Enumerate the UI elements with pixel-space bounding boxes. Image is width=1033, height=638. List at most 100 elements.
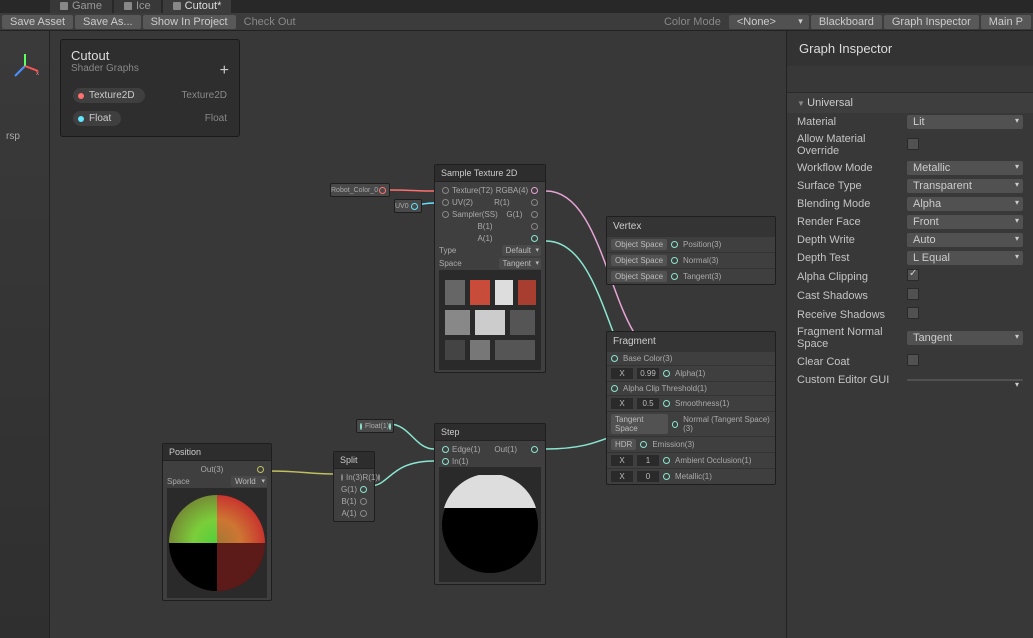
inspector-checkbox[interactable] [907,307,919,319]
tab-cutout[interactable]: Cutout* [163,0,232,13]
input-port[interactable] [442,199,449,206]
output-port[interactable] [531,223,538,230]
output-port[interactable] [360,498,367,505]
fragment-input-row: Tangent SpaceNormal (Tangent Space)(3) [607,411,775,436]
fragment-input-row: X0.99Alpha(1) [607,365,775,381]
main-preview-button[interactable]: Main P [981,15,1031,29]
graph-canvas[interactable]: Cutout Shader Graphs + Texture2DTexture2… [50,31,786,638]
node-preview [439,467,541,582]
inspector-dropdown[interactable]: Tangent [907,331,1023,345]
inspector-row: Receive Shadows [787,305,1033,324]
input-port[interactable] [672,421,679,428]
input-port[interactable] [671,257,678,264]
inspector-label: Workflow Mode [797,162,907,174]
input-port[interactable] [663,473,670,480]
inspector-label: Clear Coat [797,356,907,368]
split-node[interactable]: Split In(3)R(1) G(1) B(1) A(1) [333,451,375,522]
x-label: X [611,455,633,466]
sample-texture-2d-node[interactable]: Sample Texture 2D Texture(T2)RGBA(4) UV(… [434,164,546,373]
output-port[interactable] [531,446,538,453]
space-dropdown[interactable]: Tangent [499,258,541,269]
show-in-project-button[interactable]: Show In Project [143,15,236,29]
value-field[interactable]: 1 [637,455,659,466]
color-mode-dropdown[interactable]: <None> [729,15,809,29]
blackboard-property[interactable]: Texture2DTexture2D [67,84,233,107]
value-field[interactable]: 0.99 [637,368,659,379]
inspector-checkbox[interactable] [907,269,919,281]
input-port[interactable] [442,458,449,465]
property-node-float[interactable]: Float(1) [356,419,394,433]
port[interactable] [360,423,362,430]
property-node-robot-color[interactable]: Robot_Color_0 [330,183,390,197]
field-label: Space [167,477,190,486]
position-node[interactable]: Position Out(3) SpaceWorld [162,443,272,601]
port-label: Base Color(3) [623,354,672,363]
fragment-master-node[interactable]: Fragment Base Color(3)X0.99Alpha(1)Alpha… [606,331,776,485]
inspector-dropdown[interactable]: Transparent [907,179,1023,193]
save-asset-button[interactable]: Save Asset [2,15,73,29]
input-port[interactable] [341,474,343,481]
input-port[interactable] [663,457,670,464]
inspector-dropdown[interactable]: L Equal [907,251,1023,265]
output-port[interactable] [531,199,538,206]
field-label: Space [439,259,462,268]
blackboard-add-button[interactable]: + [220,62,229,80]
output-port[interactable] [389,423,391,430]
input-port[interactable] [663,370,670,377]
scene-view-strip: x rsp [0,31,50,638]
output-port[interactable] [360,486,367,493]
tab-ice[interactable]: Ice [114,0,161,13]
inspector-checkbox[interactable] [907,288,919,300]
output-port[interactable] [378,474,380,481]
inspector-field[interactable] [907,379,1023,381]
value-field[interactable]: 0 [637,471,659,482]
inspector-row: Fragment Normal SpaceTangent [787,324,1033,352]
output-port[interactable] [257,466,264,473]
inspector-dropdown[interactable]: Metallic [907,161,1023,175]
property-pill[interactable]: Float [73,111,121,126]
step-node[interactable]: Step Edge(1)Out(1) In(1) [434,423,546,585]
blackboard-button[interactable]: Blackboard [811,15,882,29]
output-port[interactable] [379,187,386,194]
node-header: Sample Texture 2D [435,165,545,182]
save-as-button[interactable]: Save As... [75,15,141,29]
port-label: B(1) [341,497,356,506]
input-port[interactable] [663,400,670,407]
property-pill[interactable]: Texture2D [73,88,145,103]
blackboard-property[interactable]: FloatFloat [67,107,233,130]
inspector-checkbox[interactable] [907,138,919,150]
output-port[interactable] [411,203,418,210]
type-dropdown[interactable]: Default [502,245,541,256]
orientation-gizmo[interactable]: x [10,51,40,81]
space-dropdown[interactable]: World [231,476,267,487]
input-port[interactable] [442,446,449,453]
inspector-dropdown[interactable]: Lit [907,115,1023,129]
port-label: In(1) [452,457,468,466]
vertex-master-node[interactable]: Vertex Object SpacePosition(3)Object Spa… [606,216,776,285]
input-port[interactable] [640,441,647,448]
inspector-dropdown[interactable]: Front [907,215,1023,229]
inspector-label: Allow Material Override [797,133,907,157]
port-label: Smoothness(1) [675,399,729,408]
graph-inspector-button[interactable]: Graph Inspector [884,15,979,29]
inspector-section-header[interactable]: Universal [787,93,1033,113]
tab-game[interactable]: Game [50,0,112,13]
output-port[interactable] [360,510,367,517]
input-port[interactable] [611,355,618,362]
inspector-dropdown[interactable]: Auto [907,233,1023,247]
output-port[interactable] [531,235,538,242]
output-port[interactable] [531,211,538,218]
output-port[interactable] [531,187,538,194]
input-port[interactable] [671,273,678,280]
input-port[interactable] [611,385,618,392]
input-port[interactable] [442,187,449,194]
blackboard-panel[interactable]: Cutout Shader Graphs + Texture2DTexture2… [60,39,240,137]
value-field[interactable]: 0.5 [637,398,659,409]
port-label: Alpha Clip Threshold(1) [623,384,707,393]
inspector-checkbox[interactable] [907,354,919,366]
inspector-dropdown[interactable]: Alpha [907,197,1023,211]
input-port[interactable] [442,211,449,218]
input-port[interactable] [671,241,678,248]
inspector-row: Surface TypeTransparent [787,177,1033,195]
uv0-chip[interactable]: UV0 [394,199,422,213]
